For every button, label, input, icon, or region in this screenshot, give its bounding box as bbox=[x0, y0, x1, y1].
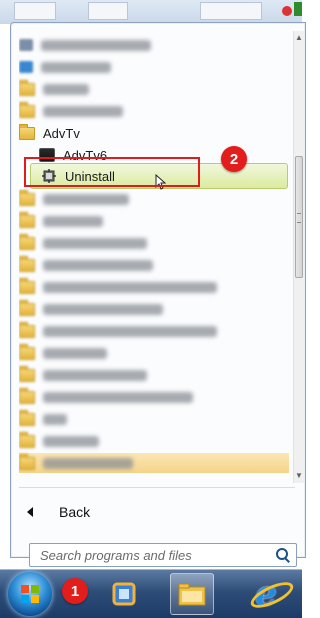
blurred-label bbox=[43, 325, 217, 337]
search-icon[interactable] bbox=[274, 547, 290, 563]
internet-explorer-icon: e bbox=[247, 574, 297, 614]
folder-icon bbox=[19, 321, 35, 338]
folder-explorer-icon bbox=[178, 583, 206, 606]
blurred-label bbox=[43, 391, 193, 403]
blurred-label bbox=[43, 105, 123, 117]
taskbar-app-explorer[interactable] bbox=[170, 573, 214, 615]
program-item-blurred[interactable] bbox=[19, 343, 107, 363]
back-arrow-icon bbox=[27, 507, 33, 517]
taskbar-app-window[interactable] bbox=[102, 573, 146, 615]
start-button[interactable] bbox=[8, 572, 52, 616]
folder-icon bbox=[19, 299, 35, 316]
folder-icon bbox=[19, 79, 35, 96]
background-window-strip bbox=[0, 0, 302, 24]
scroll-up-arrow-icon[interactable]: ▲ bbox=[294, 31, 304, 45]
app-icon bbox=[19, 39, 33, 51]
scroll-down-arrow-icon[interactable]: ▼ bbox=[294, 469, 304, 483]
program-item-blurred[interactable] bbox=[19, 101, 123, 121]
program-item-blurred[interactable] bbox=[19, 321, 217, 341]
folder-icon bbox=[19, 343, 35, 360]
folder-icon bbox=[19, 387, 35, 404]
search-input[interactable] bbox=[38, 546, 274, 564]
all-programs-list-lower bbox=[19, 189, 291, 481]
folder-icon bbox=[19, 123, 35, 140]
taskbar-app-internet-explorer[interactable]: e bbox=[244, 573, 297, 615]
program-item-blurred[interactable] bbox=[19, 453, 289, 473]
blurred-label bbox=[41, 39, 151, 51]
scrollbar-thumb[interactable] bbox=[295, 156, 303, 278]
annotation-highlight-box bbox=[24, 157, 200, 187]
app-icon bbox=[19, 61, 33, 73]
program-item-blurred[interactable] bbox=[19, 189, 129, 209]
folder-icon bbox=[19, 277, 35, 294]
window-thumbnail bbox=[200, 2, 262, 20]
folder-icon bbox=[19, 211, 35, 228]
taskbar: 1 e bbox=[0, 569, 302, 618]
window-edge bbox=[294, 2, 302, 16]
program-list-scrollbar[interactable]: ▲ ▼ bbox=[293, 31, 304, 483]
blurred-label bbox=[43, 281, 217, 293]
search-box[interactable] bbox=[29, 543, 297, 567]
program-item-blurred[interactable] bbox=[19, 233, 147, 253]
blurred-label bbox=[43, 193, 129, 205]
blurred-label bbox=[41, 61, 111, 73]
folder-icon bbox=[19, 101, 35, 118]
window-close-icon bbox=[282, 6, 292, 16]
window-thumbnail bbox=[14, 2, 56, 20]
program-folder-advtv[interactable]: AdvTv bbox=[19, 123, 80, 143]
folder-icon bbox=[19, 233, 35, 250]
folder-icon bbox=[19, 255, 35, 272]
blurred-label bbox=[43, 413, 67, 425]
program-item-blurred[interactable] bbox=[19, 365, 147, 385]
program-item-blurred[interactable] bbox=[19, 277, 217, 297]
program-item-blurred[interactable] bbox=[19, 255, 153, 275]
program-item-blurred[interactable] bbox=[19, 299, 163, 319]
blurred-label bbox=[43, 83, 89, 95]
folder-icon bbox=[19, 409, 35, 426]
program-item-blurred[interactable] bbox=[19, 35, 151, 55]
folder-icon bbox=[19, 453, 35, 470]
blurred-label bbox=[43, 435, 99, 447]
blurred-label bbox=[43, 457, 133, 469]
folder-icon bbox=[19, 365, 35, 382]
folder-icon bbox=[19, 189, 35, 206]
windows-logo-icon bbox=[21, 585, 39, 603]
program-item-blurred[interactable] bbox=[19, 409, 67, 429]
grip-icon bbox=[297, 213, 301, 223]
blurred-label bbox=[43, 303, 163, 315]
start-menu-panel: AdvTv AdvTv6 Uninstall ▲ ▼ Back Search p… bbox=[10, 22, 306, 567]
annotation-badge-2: 2 bbox=[221, 146, 247, 172]
blurred-label bbox=[43, 369, 147, 381]
program-item-blurred[interactable] bbox=[19, 57, 111, 77]
blurred-label bbox=[43, 237, 147, 249]
divider bbox=[19, 487, 295, 488]
program-item-blurred[interactable] bbox=[19, 431, 99, 451]
back-label: Back bbox=[59, 504, 91, 520]
back-button[interactable]: Back bbox=[27, 504, 90, 520]
window-app-icon bbox=[112, 582, 136, 606]
blurred-label bbox=[43, 259, 153, 271]
program-item-blurred[interactable] bbox=[19, 387, 193, 407]
program-item-blurred[interactable] bbox=[19, 211, 103, 231]
annotation-badge-1: 1 bbox=[62, 578, 88, 604]
blurred-label bbox=[43, 215, 103, 227]
window-thumbnail bbox=[88, 2, 128, 20]
blurred-label bbox=[43, 347, 107, 359]
program-item-blurred[interactable] bbox=[19, 79, 89, 99]
folder-icon bbox=[19, 431, 35, 448]
program-label: AdvTv bbox=[43, 125, 80, 141]
